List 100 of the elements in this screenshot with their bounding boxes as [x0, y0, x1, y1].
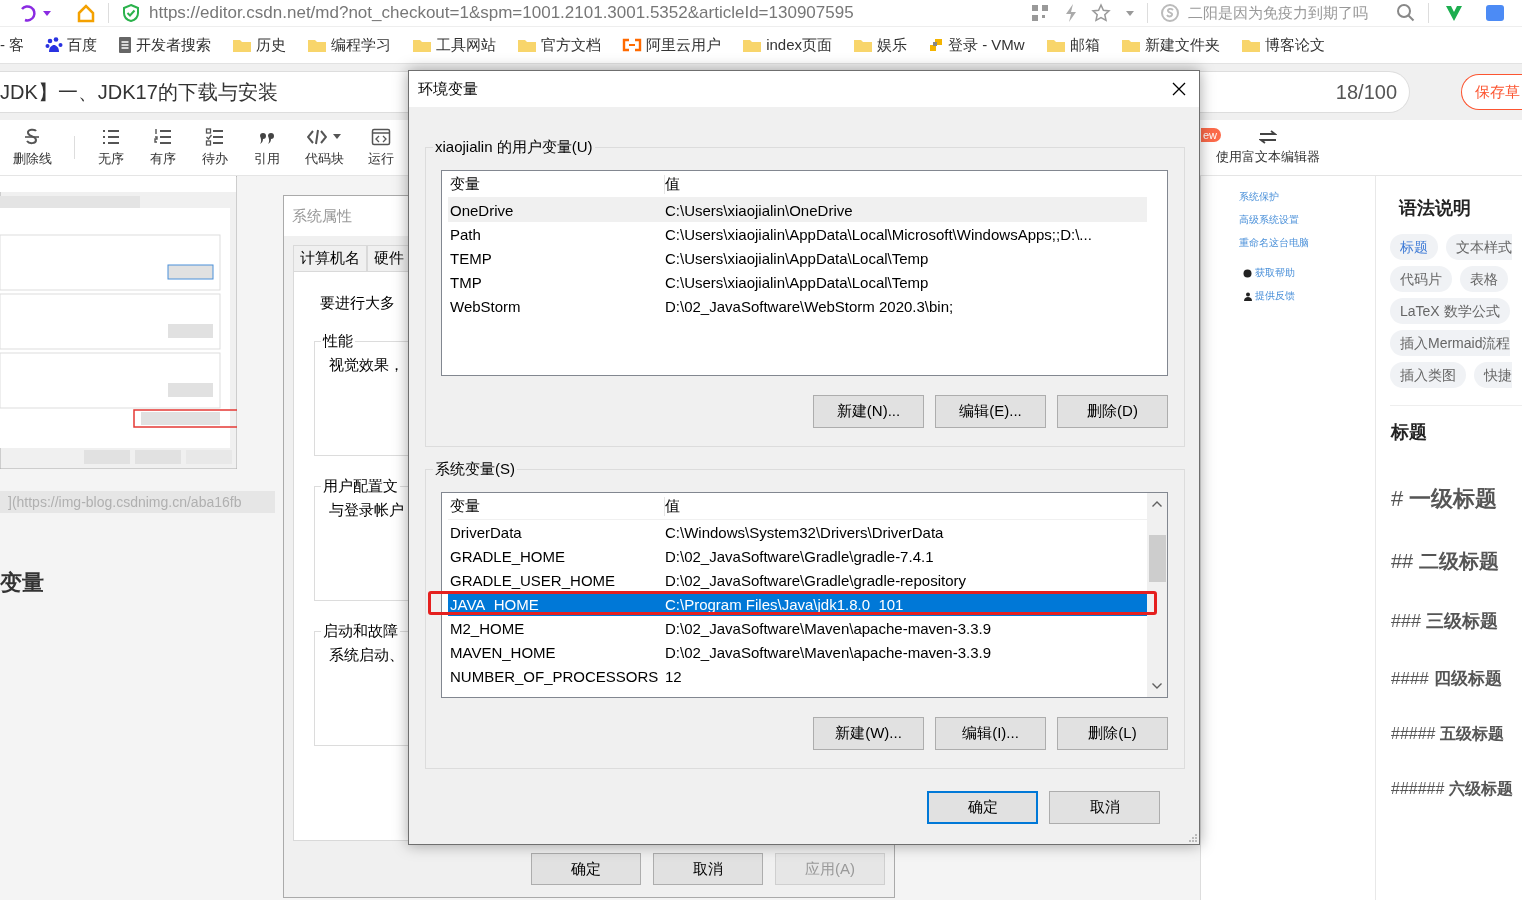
bookmark[interactable]: 开发者搜索 — [118, 35, 212, 55]
bookmark[interactable]: - 客 — [0, 35, 25, 55]
caret-icon — [1125, 8, 1135, 18]
search-engine-icon — [1160, 3, 1180, 23]
dialog-button[interactable]: 确定 — [927, 791, 1038, 824]
strikethrough-icon — [22, 127, 42, 147]
dialog-button[interactable]: 编辑(E)... — [935, 395, 1046, 428]
syntax-tag[interactable]: 代码片 — [1390, 266, 1452, 292]
group-label: xiaojialin 的用户变量(U) — [433, 138, 595, 157]
variable-row[interactable]: TMP C:\Users\xiaojialin\AppData\Local\Temp — [448, 270, 1147, 294]
variable-row[interactable]: MAVEN_HOME D:\02_JavaSoftware\Maven\apache-maven-3.3.9 — [448, 640, 1147, 664]
bookmark[interactable]: index页面 — [742, 35, 833, 55]
bookmark[interactable]: 官方文档 — [517, 35, 602, 55]
bookmark[interactable]: 历史 — [232, 35, 287, 55]
dialog-button[interactable]: 新建(W)... — [813, 717, 924, 750]
bookmark[interactable]: 邮箱 — [1045, 35, 1100, 55]
variable-row[interactable]: OneDrive C:\Users\xiaojialin\OneDrive — [448, 198, 1147, 222]
checklist-icon — [205, 127, 225, 147]
group-label: 系统变量(S) — [433, 460, 517, 479]
syntax-tag[interactable]: 插入类图 — [1390, 362, 1466, 388]
bookmark[interactable]: 阿里云用户 — [622, 35, 722, 55]
search-icon — [1396, 3, 1416, 23]
bookmark[interactable]: 博客论文 — [1240, 35, 1325, 55]
link[interactable]: 获取帮助 — [1255, 266, 1295, 280]
paw-icon — [45, 36, 64, 54]
column-header[interactable]: 值 — [665, 174, 1147, 194]
heading-example: #### 四级标题 — [1391, 668, 1502, 690]
column-header[interactable]: 变量 — [448, 496, 665, 516]
syntax-tag[interactable]: 插入Mermaid流程 — [1390, 330, 1511, 356]
folder-icon — [307, 37, 328, 53]
dialog-button[interactable]: 取消 — [653, 853, 763, 885]
star-icon — [1091, 3, 1111, 23]
group-label: 用户配置文 — [321, 477, 400, 496]
folder-icon — [742, 37, 763, 53]
variable-row[interactable]: NUMBER_OF_PROCESSORS 12 — [448, 664, 1147, 688]
syntax-tag[interactable]: 文本样式 — [1446, 234, 1512, 260]
toolbar-button[interactable]: 无序 — [85, 120, 137, 175]
bookmark[interactable]: 娱乐 — [853, 35, 908, 55]
bookmark[interactable]: 工具网站 — [412, 35, 497, 55]
heading: 变量 — [0, 569, 44, 597]
column-header[interactable]: 值 — [665, 496, 1147, 516]
syntax-tag[interactable]: 快捷 — [1474, 362, 1512, 388]
v-shape-icon — [1445, 4, 1463, 22]
folder-icon — [853, 37, 874, 53]
variable-row[interactable]: GRADLE_HOME D:\02_JavaSoftware\Gradle\gradle-7.4.1 — [448, 544, 1147, 568]
bookmark[interactable]: 编程学习 — [307, 35, 392, 55]
address-bar[interactable]: https://editor.csdn.net/md?not_checkout=1&spm=1001.2101.3001.5352&articleId=130907595 — [149, 3, 854, 23]
dialog-button[interactable]: 取消 — [1049, 791, 1160, 824]
syntax-tag[interactable]: 标题 — [1390, 234, 1438, 260]
bookmark[interactable]: 新建文件夹 — [1120, 35, 1220, 55]
variable-row[interactable]: Path C:\Users\xiaojialin\AppData\Local\Microsoft\WindowsApps;;D:\... — [448, 222, 1147, 246]
variable-row[interactable]: GRADLE_USER_HOME D:\02_JavaSoftware\Gradle\gradle-repository — [448, 568, 1147, 592]
toolbar-button[interactable]: 删除线 — [6, 120, 58, 175]
link[interactable]: 系统保护 — [1239, 190, 1279, 204]
tab[interactable]: 硬件 — [367, 245, 411, 271]
heading-example: ##### 五级标题 — [1391, 724, 1504, 744]
caret-icon — [42, 8, 52, 18]
tab[interactable]: 计算机名 — [293, 245, 367, 271]
dialog-button[interactable]: 删除(D) — [1057, 395, 1168, 428]
toolbar-button[interactable]: 引用 — [241, 120, 293, 175]
dialog-button[interactable]: 新建(N)... — [813, 395, 924, 428]
panel-title: 语法说明 — [1399, 197, 1472, 220]
column-header[interactable]: 变量 — [448, 174, 665, 194]
close-icon — [1172, 82, 1186, 96]
instruction-text: 要进行大多 — [320, 294, 395, 313]
group-label: 启动和故障 — [321, 622, 400, 641]
folder-icon — [1240, 37, 1261, 53]
toolbar-button[interactable]: 待办 — [189, 120, 241, 175]
link[interactable]: 提供反馈 — [1255, 289, 1295, 303]
shield-icon — [121, 3, 141, 23]
code-window-icon — [371, 127, 391, 147]
toolbar-button[interactable]: 运行 — [355, 120, 407, 175]
bookmark[interactable]: 登录 - VMw — [928, 35, 1025, 55]
squares-icon — [928, 37, 945, 53]
folder-icon — [1120, 37, 1141, 53]
toolbar-button[interactable]: 代码块 — [293, 120, 355, 175]
scrollbar-thumb[interactable] — [1149, 535, 1166, 582]
dialog-button[interactable]: 删除(L) — [1057, 717, 1168, 750]
lightning-icon — [1063, 3, 1079, 23]
variable-row[interactable]: M2_HOME D:\02_JavaSoftware\Maven\apache-maven-3.3.9 — [448, 616, 1147, 640]
numbered-list-icon — [153, 127, 173, 147]
character-count: 18/100 — [1335, 80, 1397, 104]
toolbar-button[interactable]: 有序 — [137, 120, 189, 175]
syntax-tag[interactable]: LaTeX 数学公式 — [1390, 298, 1510, 324]
dialog-title: 环境变量 — [418, 79, 478, 99]
dialog-button[interactable]: 编辑(I)... — [935, 717, 1046, 750]
dialog-button[interactable]: 确定 — [531, 853, 641, 885]
code-icon — [307, 127, 327, 147]
folder-icon — [232, 37, 253, 53]
section-title: 标题 — [1391, 421, 1428, 444]
link[interactable]: 高级系统设置 — [1239, 213, 1299, 227]
scrollbar[interactable] — [1147, 493, 1167, 697]
syntax-tag[interactable]: 表格 — [1460, 266, 1508, 292]
variable-row[interactable]: WebStorm D:\02_JavaSoftware\WebStorm 2020.3\bin; — [448, 294, 1147, 318]
variable-row[interactable]: TEMP C:\Users\xiaojialin\AppData\Local\Temp — [448, 246, 1147, 270]
bookmark[interactable]: 百度 — [45, 35, 98, 55]
bullet-list-icon — [101, 127, 121, 147]
heading-example: # 一级标题 — [1391, 485, 1498, 513]
link[interactable]: 重命名这台电脑 — [1239, 236, 1309, 250]
variable-row[interactable]: DriverData C:\Windows\System32\Drivers\DriverData — [448, 520, 1147, 544]
